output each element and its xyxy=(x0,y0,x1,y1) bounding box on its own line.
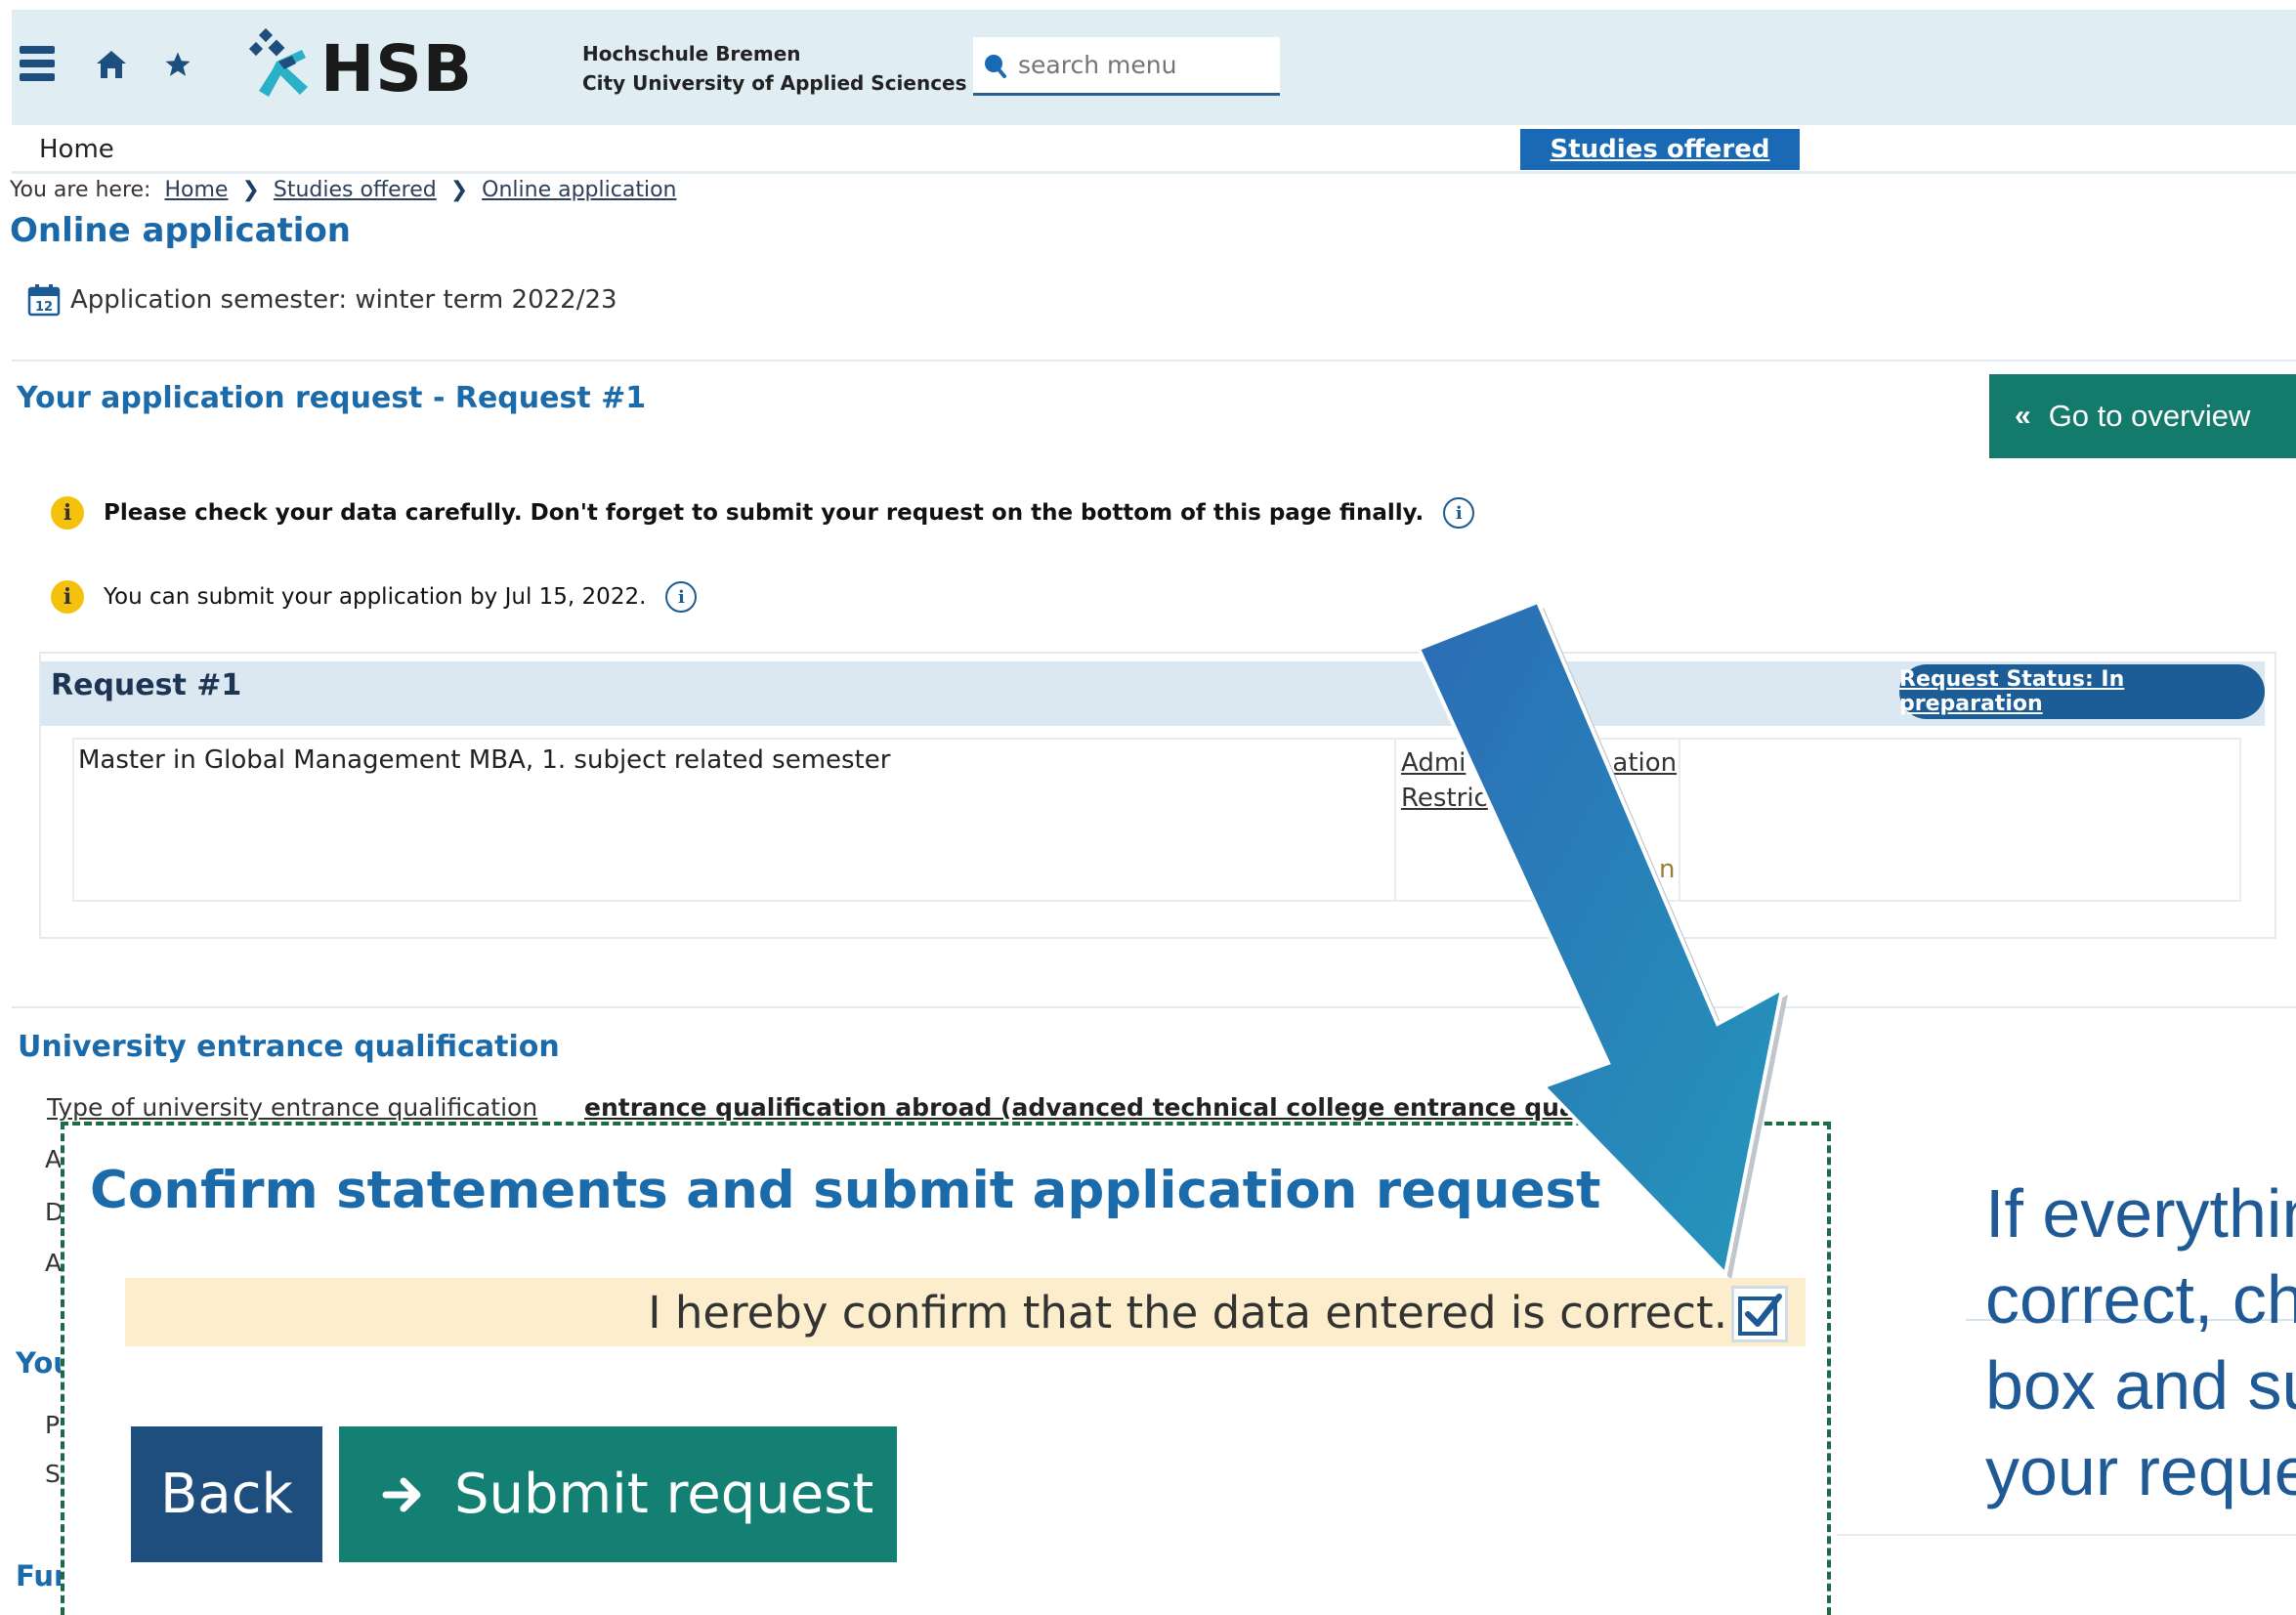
go-to-overview-button[interactable]: « Go to overview xyxy=(1989,374,2296,458)
section-divider xyxy=(12,1006,2296,1008)
entrance-qualification-heading: University entrance qualification xyxy=(18,1030,560,1064)
admission-restriction-link[interactable]: Admi ation Restric xyxy=(1401,745,1677,816)
admission-line1: Admi xyxy=(1401,748,1467,778)
instruction-text: If everything is correct, check the box … xyxy=(1985,1175,2296,1509)
breadcrumb-studies-offered[interactable]: Studies offered xyxy=(274,178,437,202)
info-icon[interactable]: i xyxy=(1443,497,1475,529)
calendar-icon: 12 xyxy=(27,283,61,317)
request-section-heading: Your application request - Request #1 xyxy=(17,381,647,415)
menu-icon[interactable] xyxy=(18,41,57,86)
warning-icon: i xyxy=(51,580,84,614)
submit-request-label: Submit request xyxy=(454,1463,874,1526)
admission-line1-tail: ation xyxy=(1612,748,1678,778)
confirm-checkbox[interactable] xyxy=(1731,1286,1788,1342)
admission-status-fragment: n xyxy=(1659,855,1676,884)
application-semester: 12 Application semester: winter term 202… xyxy=(27,283,617,317)
page-title: Online application xyxy=(10,211,352,250)
program-name: Master in Global Management MBA, 1. subj… xyxy=(78,745,891,775)
table-column-divider xyxy=(1679,739,1680,901)
breadcrumb-prefix: You are here: xyxy=(10,178,151,202)
svg-text:12: 12 xyxy=(35,300,53,315)
notice-text: You can submit your application by Jul 1… xyxy=(104,584,647,610)
university-name: Hochschule Bremen City University of App… xyxy=(582,39,967,98)
header-bar: HSB Hochschule Bremen City University of… xyxy=(12,10,2296,125)
chevron-right-icon: ❯ xyxy=(449,178,469,202)
university-name-line2: City University of Applied Sciences xyxy=(582,71,967,95)
request-card-title: Request #1 xyxy=(51,668,242,702)
instruction-divider xyxy=(1837,1534,2296,1536)
search-icon xyxy=(983,53,1006,78)
nav-home[interactable]: Home xyxy=(39,135,114,164)
row-stub: A xyxy=(45,1145,63,1173)
submit-request-button[interactable]: Submit request xyxy=(339,1426,897,1562)
hsb-logo-mark[interactable] xyxy=(242,25,320,104)
search-box[interactable] xyxy=(973,37,1280,96)
nav-divider xyxy=(12,171,2296,174)
home-icon[interactable] xyxy=(92,45,131,84)
checkmark-icon xyxy=(1736,1291,1783,1338)
arrow-right-icon xyxy=(382,1475,425,1514)
row-stub: A xyxy=(45,1249,63,1277)
qualification-type-value: entrance qualification abroad (advanced … xyxy=(584,1093,1679,1122)
section-divider xyxy=(12,360,2296,361)
confirm-statement-text: I hereby confirm that the data entered i… xyxy=(648,1286,1727,1339)
table-column-divider xyxy=(1394,739,1396,901)
breadcrumb-home[interactable]: Home xyxy=(164,178,228,202)
search-input[interactable] xyxy=(1016,50,1254,80)
qualification-type-label: Type of university entrance qualificatio… xyxy=(47,1093,538,1122)
star-icon[interactable] xyxy=(158,45,197,84)
info-icon[interactable]: i xyxy=(665,581,698,613)
double-chevron-left-icon: « xyxy=(2015,400,2031,432)
row-stub: S xyxy=(45,1460,61,1488)
breadcrumb: You are here: Home ❯ Studies offered ❯ O… xyxy=(10,178,676,202)
nav-studies-offered[interactable]: Studies offered xyxy=(1520,129,1800,170)
breadcrumb-online-application[interactable]: Online application xyxy=(482,178,676,202)
request-status-badge[interactable]: Request Status: In preparation xyxy=(1899,664,2265,719)
chevron-right-icon: ❯ xyxy=(241,178,260,202)
notice-deadline: i You can submit your application by Jul… xyxy=(51,580,698,614)
go-to-overview-label: Go to overview xyxy=(2048,399,2251,433)
admission-line2: Restric xyxy=(1401,784,1488,813)
hsb-logo-text[interactable]: HSB xyxy=(320,31,473,106)
warning-icon: i xyxy=(51,496,84,530)
notice-text: Please check your data carefully. Don't … xyxy=(104,500,1424,526)
university-name-line1: Hochschule Bremen xyxy=(582,42,801,65)
row-stub: P xyxy=(45,1411,61,1439)
notice-check-data: i Please check your data carefully. Don'… xyxy=(51,496,1475,530)
confirm-title: Confirm statements and submit applicatio… xyxy=(90,1161,1601,1220)
back-button[interactable]: Back xyxy=(131,1426,322,1562)
application-semester-text: Application semester: winter term 2022/2… xyxy=(70,285,617,315)
